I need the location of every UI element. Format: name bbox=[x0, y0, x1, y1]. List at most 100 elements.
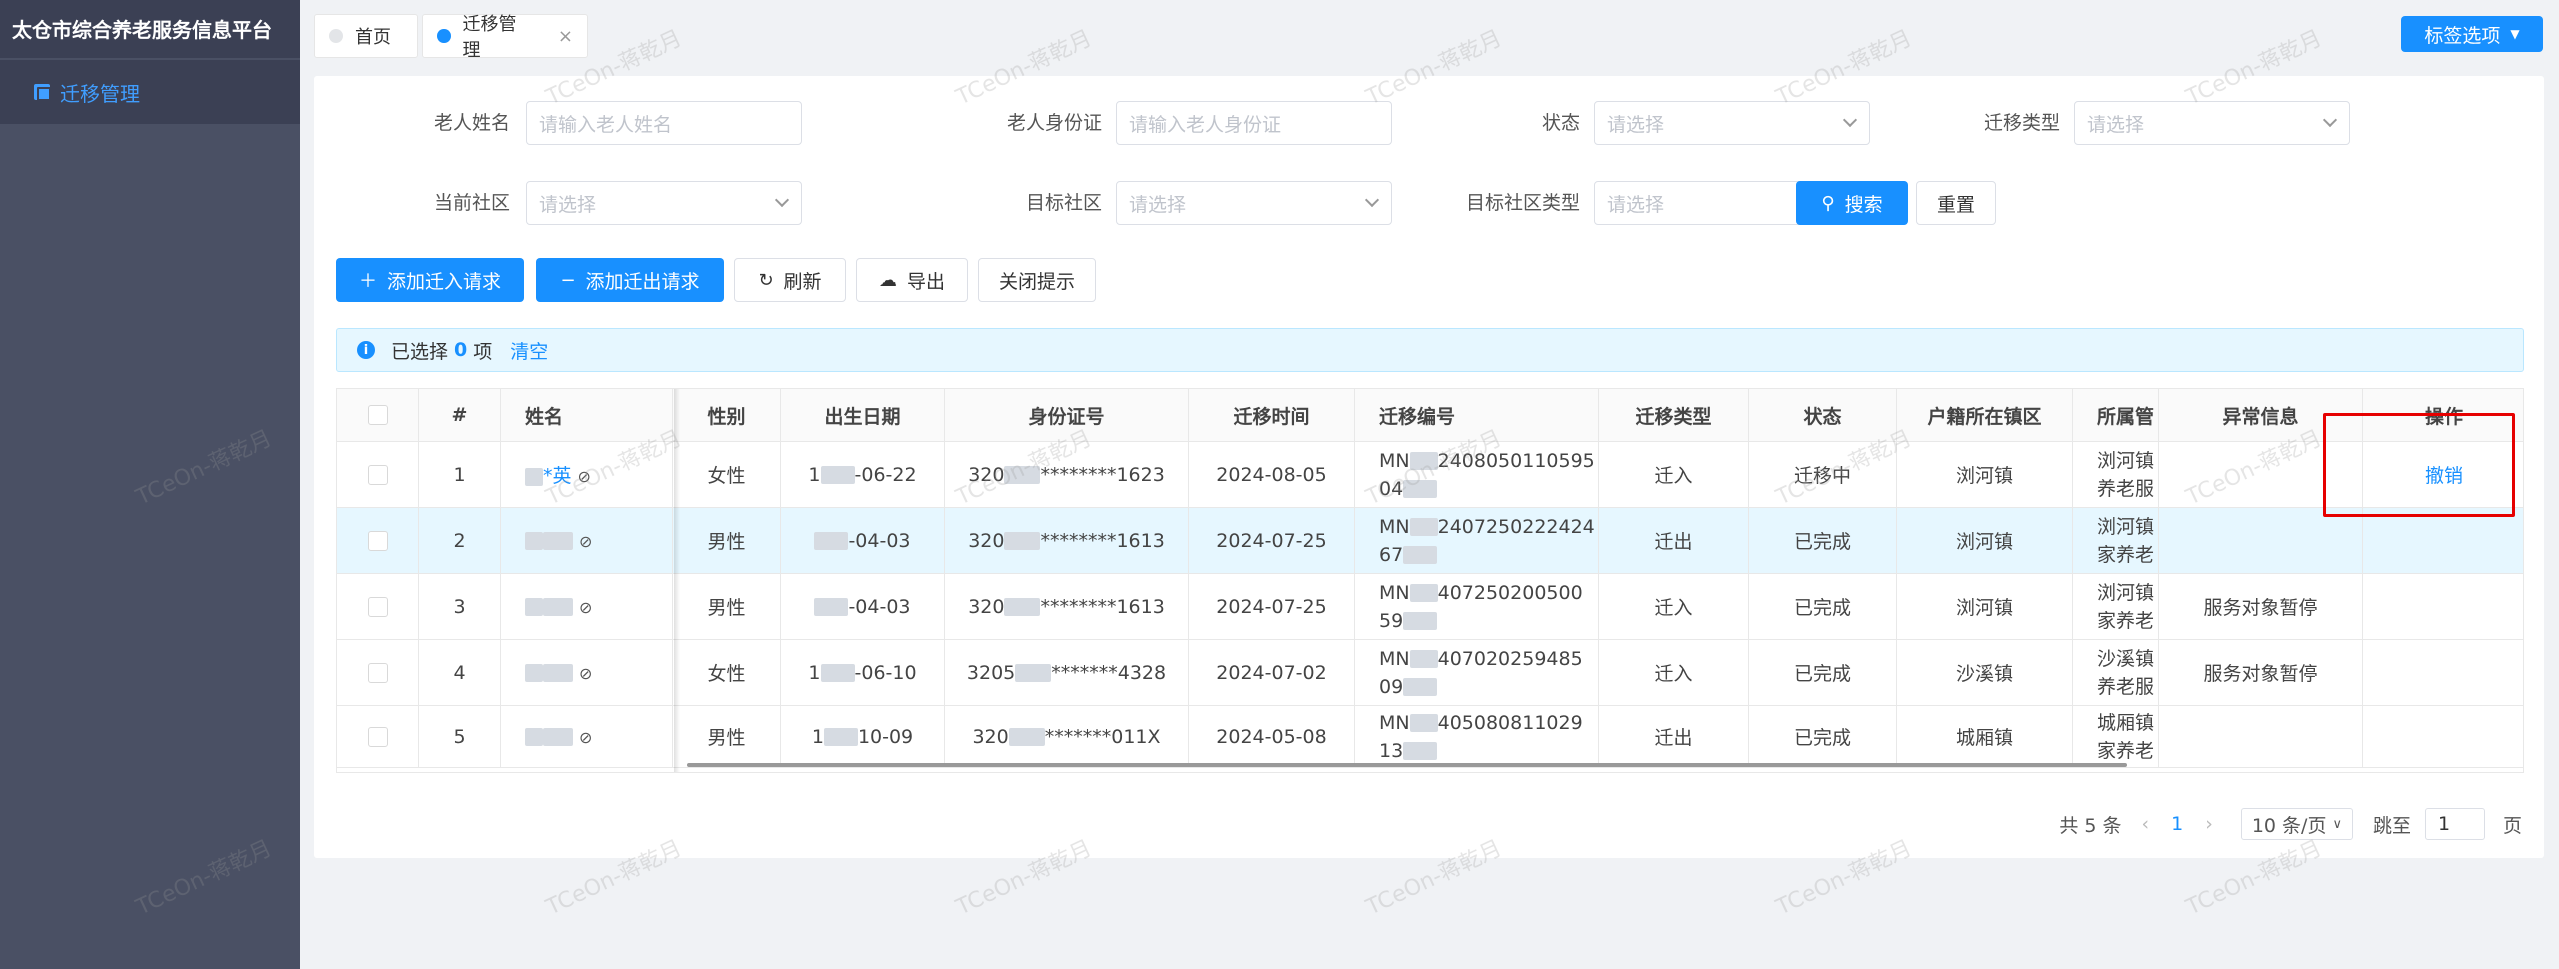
elder-name-link[interactable]: ⊘ bbox=[525, 596, 592, 618]
masked-text bbox=[1409, 452, 1438, 470]
search-label: 搜索 bbox=[1844, 193, 1883, 216]
select-all-checkbox[interactable] bbox=[367, 405, 388, 425]
masked-text bbox=[525, 664, 543, 682]
tab-dot-icon bbox=[437, 29, 451, 43]
info-icon: i bbox=[357, 341, 375, 359]
elder-name-link[interactable]: ⊘ bbox=[525, 662, 592, 684]
migrate-type: 迁入 bbox=[1654, 597, 1693, 619]
code-line2: 13 bbox=[1379, 739, 1404, 762]
masked-text bbox=[525, 532, 543, 550]
row-checkbox[interactable] bbox=[367, 726, 388, 747]
code-line2: 09 bbox=[1379, 675, 1404, 698]
add-out-request-button[interactable]: − 添加迁出请求 bbox=[536, 258, 724, 302]
eye-off-icon[interactable]: ⊘ bbox=[579, 728, 592, 747]
migrate-type: 迁出 bbox=[1654, 531, 1693, 553]
masked-text bbox=[1403, 742, 1438, 760]
table-cell: 1 10-09 bbox=[781, 706, 945, 767]
page-size-label: 10 条/页 bbox=[2251, 814, 2327, 837]
row-checkbox[interactable] bbox=[367, 596, 388, 617]
reset-button[interactable]: 重置 bbox=[1916, 181, 1996, 225]
export-button[interactable]: ☁ 导出 bbox=[856, 258, 968, 302]
row-checkbox[interactable] bbox=[367, 662, 388, 683]
selection-count: 0 bbox=[454, 339, 468, 361]
eye-off-icon[interactable]: ⊘ bbox=[578, 467, 591, 486]
code-part: 2407250222424 bbox=[1437, 515, 1595, 538]
row-checkbox[interactable] bbox=[367, 464, 388, 485]
eye-off-icon[interactable]: ⊘ bbox=[579, 532, 592, 551]
table-cell: 浏河镇 bbox=[1897, 508, 2073, 573]
table-cell: 男性 bbox=[673, 508, 781, 573]
migrate-status: 已完成 bbox=[1793, 531, 1851, 553]
table-row[interactable]: 2 ⊘ 男性 -04-03 320 ********1613 2024-07-25 MN 240… bbox=[337, 508, 2523, 574]
next-page-icon[interactable]: › bbox=[2205, 813, 2213, 835]
chevron-down-icon: ∨ bbox=[2332, 816, 2342, 832]
chevron-down-icon bbox=[774, 192, 790, 208]
table-cell bbox=[337, 706, 419, 767]
filter-row-1: 老人姓名 请输入老人姓名 老人身份证 请输入老人身份证 状态 请选择 迁移类型 … bbox=[314, 101, 2544, 145]
highlight-annotation bbox=[2323, 413, 2515, 517]
close-tip-button[interactable]: 关闭提示 bbox=[978, 258, 1096, 302]
table-row[interactable]: 5 ⊘ 男性 1 10-09 320 *******011X 2024-05-08 MN 4050… bbox=[337, 706, 2523, 768]
migrate-status: 已完成 bbox=[1793, 727, 1851, 749]
elder-id-input[interactable]: 请输入老人身份证 bbox=[1116, 101, 1392, 145]
row-checkbox[interactable] bbox=[367, 530, 388, 551]
code-prefix: MN bbox=[1379, 711, 1410, 734]
masked-text bbox=[1409, 584, 1438, 602]
refresh-icon: ↻ bbox=[758, 269, 774, 291]
tab-migration[interactable]: 迁移管理 × bbox=[422, 14, 588, 61]
table-cell: 2024-07-25 bbox=[1189, 574, 1355, 639]
id-number: ********1613 bbox=[1040, 595, 1165, 618]
masked-text bbox=[1403, 480, 1438, 498]
search-button[interactable]: ⚲ 搜索 bbox=[1796, 181, 1908, 225]
migrate-time: 2024-05-08 bbox=[1216, 725, 1327, 748]
tag-options-label: 标签选项 bbox=[2424, 24, 2501, 47]
add-in-request-button[interactable]: ＋ 添加迁入请求 bbox=[336, 258, 524, 302]
refresh-button[interactable]: ↻ 刷新 bbox=[734, 258, 846, 302]
status-select[interactable]: 请选择 bbox=[1594, 101, 1870, 145]
code-prefix: MN bbox=[1379, 515, 1410, 538]
elder-name-link[interactable]: *英 ⊘ bbox=[525, 461, 591, 488]
elder-name-link[interactable]: ⊘ bbox=[525, 726, 592, 748]
table-cell: 已完成 bbox=[1749, 574, 1897, 639]
birth-date: 10-09 bbox=[857, 725, 914, 748]
masked-text bbox=[1004, 531, 1041, 550]
elder-name-link[interactable]: ⊘ bbox=[525, 530, 592, 552]
code-line2: 67 bbox=[1379, 543, 1404, 566]
masked-text bbox=[1409, 518, 1438, 536]
jump-page-input[interactable]: 1 bbox=[2424, 808, 2485, 840]
table-cell: 320 ********1623 bbox=[945, 442, 1189, 507]
table-row[interactable]: 1 *英 ⊘ 女性 1 -06-22 320 ********1623 2024-08-05 MN… bbox=[337, 442, 2523, 508]
prev-page-icon[interactable]: ‹ bbox=[2142, 813, 2150, 835]
district: 沙溪镇 bbox=[1955, 663, 2013, 685]
birth-prefix: 1 bbox=[808, 661, 821, 684]
header-checkbox-cell bbox=[337, 389, 419, 441]
target-community-select[interactable]: 请选择 bbox=[1116, 181, 1392, 225]
table-row[interactable]: 3 ⊘ 男性 -04-03 320 ********1613 2024-07-25 MN 407… bbox=[337, 574, 2523, 640]
close-icon[interactable]: × bbox=[558, 26, 573, 47]
code-line2: 04 bbox=[1379, 477, 1404, 500]
table-row[interactable]: 4 ⊘ 女性 1 -06-10 3205 *******4328 2024-07-02 MN 40… bbox=[337, 640, 2523, 706]
table-cell: ⊘ bbox=[501, 640, 673, 705]
clear-selection-link[interactable]: 清空 bbox=[510, 337, 548, 364]
eye-off-icon[interactable]: ⊘ bbox=[579, 664, 592, 683]
pagination-total: 共 5 条 bbox=[2059, 814, 2122, 837]
sidebar-item-migration[interactable]: 迁移管理 bbox=[0, 60, 300, 124]
status-placeholder: 请选择 bbox=[1607, 113, 1665, 136]
selection-prefix: 已选择 bbox=[391, 340, 449, 363]
eye-off-icon[interactable]: ⊘ bbox=[579, 598, 592, 617]
current-community-select[interactable]: 请选择 bbox=[526, 181, 802, 225]
elder-id-label: 老人身份证 bbox=[1006, 112, 1102, 134]
chevron-down-icon bbox=[1364, 192, 1380, 208]
tag-options-button[interactable]: 标签选项 ▼ bbox=[2401, 16, 2543, 52]
birth-date: -04-03 bbox=[848, 529, 911, 552]
table-cell: 女性 bbox=[673, 640, 781, 705]
elder-name-input[interactable]: 请输入老人姓名 bbox=[526, 101, 802, 145]
pagination-current-page[interactable]: 1 bbox=[2171, 813, 2183, 835]
horizontal-scrollbar[interactable] bbox=[687, 763, 2127, 767]
page-size-select[interactable]: 10 条/页 ∨ bbox=[2240, 808, 2353, 840]
migrate-status: 已完成 bbox=[1793, 663, 1851, 685]
migrate-type-select[interactable]: 请选择 bbox=[2074, 101, 2350, 145]
tab-home[interactable]: 首页 bbox=[314, 14, 418, 58]
masked-text bbox=[1004, 465, 1041, 484]
migrate-type: 迁入 bbox=[1654, 663, 1693, 685]
